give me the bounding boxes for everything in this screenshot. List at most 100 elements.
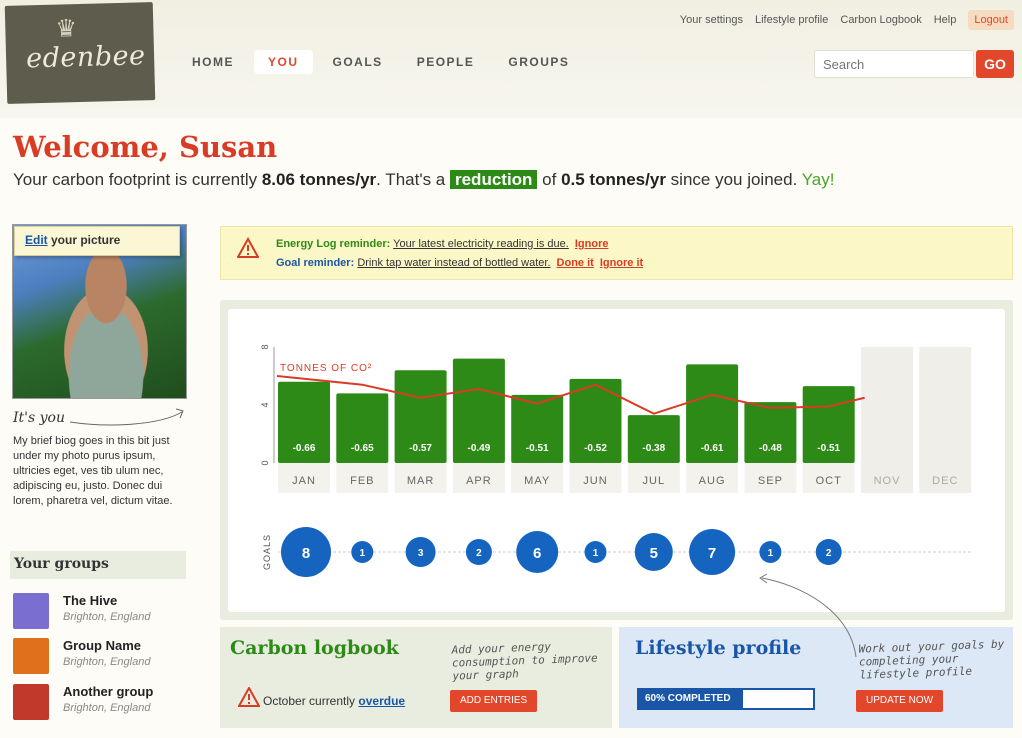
goal-ignore-link[interactable]: Ignore it (600, 257, 643, 269)
its-you-label: It's you (13, 410, 65, 426)
x-tick-label: NOV (874, 475, 901, 487)
x-tick-label: SEP (758, 475, 783, 487)
goal-done-link[interactable]: Done it (557, 257, 594, 269)
lifestyle-title: Lifestyle profile (635, 637, 802, 659)
footprint-text: since you joined. (665, 170, 802, 189)
add-entries-button[interactable]: ADD ENTRIES (450, 690, 538, 712)
main-nav: HOME YOU GOALS PEOPLE GROUPS (178, 50, 583, 74)
bar-value-label: -0.57 (409, 443, 432, 454)
nav-people[interactable]: PEOPLE (403, 50, 489, 74)
logout-button[interactable]: Logout (968, 10, 1014, 30)
chart-area: 0 4 8 -0.66 JAN -0.65 FEB -0.57 MAR -0.49 APR -0.51… (228, 309, 1005, 612)
x-tick-label: AUG (699, 475, 726, 487)
reduction-value: 0.5 tonnes/yr (561, 170, 666, 189)
goal-count: 2 (826, 548, 832, 559)
x-tick-label: MAR (407, 475, 434, 487)
x-tick-label: MAY (524, 475, 550, 487)
link-settings[interactable]: Your settings (680, 14, 743, 26)
progress-label: 60% COMPLETED (645, 693, 731, 704)
reminder-panel: Energy Log reminder: Your latest electri… (220, 226, 1013, 280)
lifestyle-profile-panel: Lifestyle profile Work out your goals by… (619, 627, 1013, 728)
logo[interactable]: ♛ edenbee (4, 2, 156, 104)
page-title: Welcome, Susan (13, 130, 278, 164)
nav-goals[interactable]: GOALS (319, 50, 397, 74)
lifestyle-note: Work out your goals by completing your l… (858, 637, 1005, 682)
bee-crown-icon: ♛ (54, 14, 78, 43)
reduction-badge: reduction (449, 170, 538, 189)
group-location: Brighton, England (63, 611, 151, 623)
footprint-text: . That's a (376, 170, 450, 189)
group-name[interactable]: The Hive (63, 593, 150, 608)
warning-icon (237, 237, 259, 258)
energy-ignore-link[interactable]: Ignore (575, 238, 609, 250)
group-item[interactable]: Another group Brighton, England (13, 684, 153, 720)
goal-count: 2 (476, 548, 482, 559)
chart-panel: 0 4 8 -0.66 JAN -0.65 FEB -0.57 MAR -0.49 APR -0.51… (220, 300, 1013, 620)
goal-count: 1 (360, 548, 366, 559)
search-button[interactable]: GO (976, 50, 1014, 78)
logo-text: edenbee (25, 40, 146, 75)
empty-month-bar (919, 347, 972, 493)
bar-value-label: -0.66 (293, 443, 316, 454)
group-item[interactable]: Group Name Brighton, England (13, 638, 150, 674)
goal-reminder: Goal reminder: Drink tap water instead o… (276, 257, 643, 269)
y-tick-label: 0 (260, 460, 270, 465)
goal-count: 7 (708, 545, 716, 562)
bar-value-label: -0.51 (817, 443, 840, 454)
y-tick-label: 4 (260, 402, 270, 407)
bar-value-label: -0.48 (759, 443, 782, 454)
carbon-chart: 0 4 8 -0.66 JAN -0.65 FEB -0.57 MAR -0.49 APR -0.51… (260, 344, 973, 577)
edit-picture-link[interactable]: Edit (25, 233, 48, 247)
group-icon (13, 593, 49, 629)
y-tick-label: 8 (260, 344, 270, 349)
trend-line-label: TONNES OF CO² (280, 363, 372, 374)
link-carbon-logbook[interactable]: Carbon Logbook (840, 14, 921, 26)
nav-you[interactable]: YOU (254, 50, 313, 74)
carbon-logbook-panel: Carbon logbook Add your energy consumpti… (220, 627, 612, 728)
footprint-summary: Your carbon footprint is currently 8.06 … (13, 170, 834, 190)
goal-count: 6 (533, 545, 541, 562)
group-location: Brighton, England (63, 656, 151, 668)
bar-value-label: -0.61 (701, 443, 724, 454)
nav-groups[interactable]: GROUPS (494, 50, 583, 74)
goal-count: 5 (650, 545, 658, 562)
x-tick-label: JAN (292, 475, 316, 487)
link-lifestyle-profile[interactable]: Lifestyle profile (755, 14, 828, 26)
goal-count: 1 (593, 548, 599, 559)
edit-picture-text: your picture (47, 233, 121, 247)
goal-reminder-text[interactable]: Drink tap water instead of bottled water… (357, 257, 550, 269)
group-name[interactable]: Group Name (63, 638, 150, 653)
energy-reminder-label: Energy Log reminder: (276, 238, 391, 250)
footprint-value: 8.06 tonnes/yr (261, 170, 377, 189)
group-item[interactable]: The Hive Brighton, England (13, 593, 150, 629)
nav-home[interactable]: HOME (178, 50, 248, 74)
overdue-link[interactable]: overdue (358, 694, 405, 708)
goal-count: 3 (418, 548, 424, 559)
empty-month-bar (861, 347, 913, 493)
bar-value-label: -0.51 (526, 443, 549, 454)
bar-value-label: -0.65 (351, 443, 374, 454)
group-name[interactable]: Another group (63, 684, 153, 699)
x-tick-label: DEC (932, 475, 958, 487)
edit-picture-tooltip: Edit your picture (14, 226, 180, 256)
search-input[interactable] (814, 50, 974, 78)
link-help[interactable]: Help (934, 14, 957, 26)
footprint-text: Your carbon footprint is currently (13, 170, 262, 189)
energy-reminder-text[interactable]: Your latest electricity reading is due. (393, 238, 569, 250)
update-now-button[interactable]: UPDATE NOW (856, 690, 944, 712)
groups-heading: Your groups (10, 551, 186, 579)
x-tick-label: OCT (816, 475, 842, 487)
logbook-note: Add your energy consumption to improve y… (451, 640, 598, 683)
logbook-title: Carbon logbook (230, 637, 399, 659)
goal-count: 8 (302, 545, 310, 562)
group-icon (13, 684, 49, 720)
profile-bio: My brief biog goes in this bit just unde… (13, 435, 173, 507)
warning-icon (238, 687, 260, 707)
energy-reminder: Energy Log reminder: Your latest electri… (276, 238, 608, 250)
top-links: Your settings Lifestyle profile Carbon L… (680, 10, 1014, 30)
profile-progress-bar: 60% COMPLETED (637, 688, 815, 710)
group-location: Brighton, England (63, 702, 151, 714)
x-tick-label: JUN (583, 475, 607, 487)
goal-count: 1 (768, 548, 774, 559)
footprint-text: of (537, 170, 562, 189)
